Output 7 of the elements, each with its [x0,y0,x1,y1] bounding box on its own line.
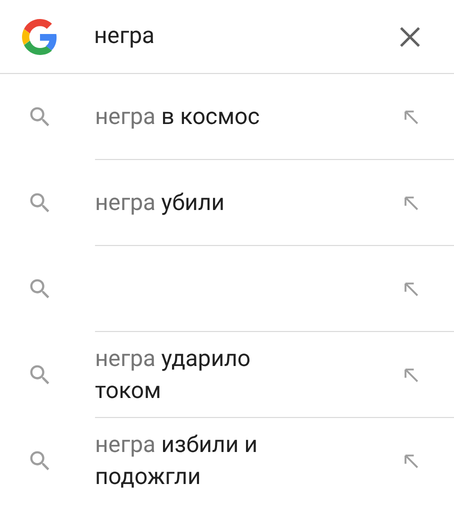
close-icon [398,24,422,48]
google-logo-icon [22,18,58,54]
suggestion-text[interactable]: негра в космос [95,100,315,132]
suggestion-text[interactable]: негра убили [95,186,315,218]
suggestion-text[interactable]: негра избили и подожгли [95,429,315,493]
suggestion-text[interactable]: негра ударило током [95,342,315,406]
search-field[interactable]: негра [94,19,394,54]
